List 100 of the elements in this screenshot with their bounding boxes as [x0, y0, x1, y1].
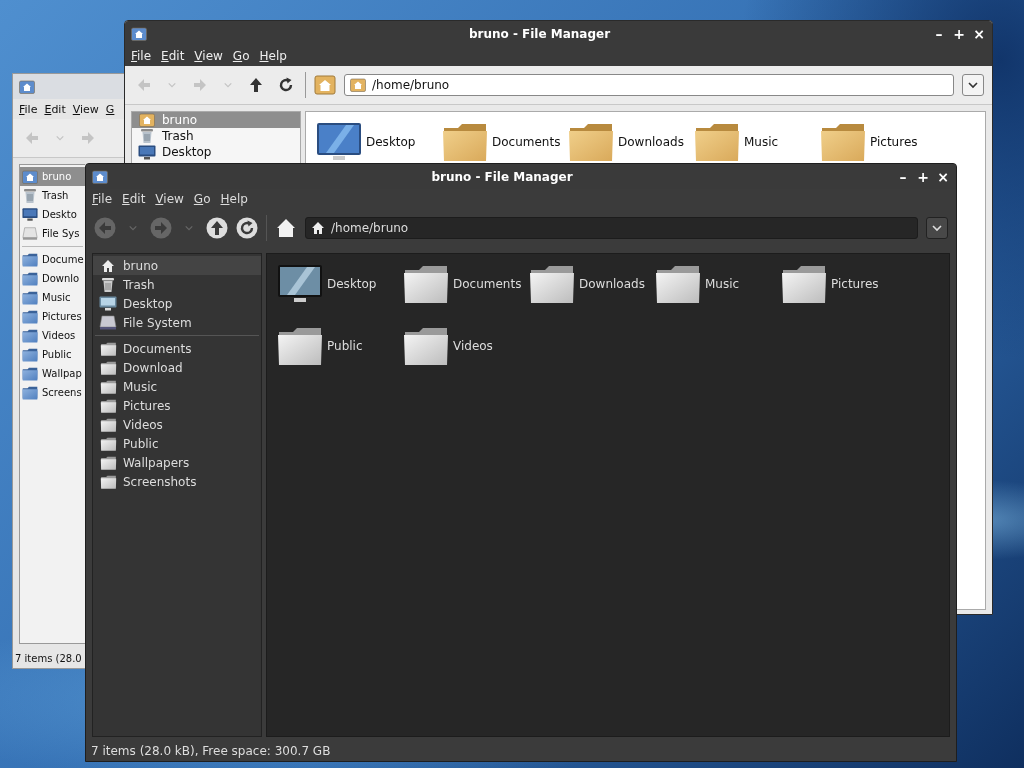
sidebar-item[interactable]: Pictures — [93, 396, 261, 415]
folder-icon — [781, 264, 827, 304]
sidebar-item[interactable]: Wallpapers — [93, 453, 261, 472]
directory-entry[interactable]: Documents — [403, 262, 529, 306]
directory-entry[interactable]: Pictures — [820, 120, 946, 164]
directory-entry[interactable]: Documents — [442, 120, 568, 164]
sidebar-item[interactable]: Downlo — [20, 269, 85, 288]
chevron-down-icon — [931, 222, 943, 234]
home-folder-icon[interactable] — [314, 74, 336, 96]
sidebar-item[interactable]: File Sys — [20, 224, 85, 243]
sidebar-item[interactable]: bruno — [93, 256, 261, 275]
trash-icon — [101, 276, 115, 293]
menu-item[interactable]: Go — [232, 49, 250, 63]
sidebar-item[interactable]: Music — [20, 288, 85, 307]
folder-icon — [403, 264, 449, 304]
sidebar-item[interactable]: Trash — [20, 186, 85, 205]
monitor-icon — [277, 264, 323, 304]
close-button[interactable]: × — [936, 168, 950, 185]
minimize-button[interactable]: – — [932, 25, 946, 42]
minimize-button[interactable]: – — [896, 168, 910, 185]
chevron-down-icon — [967, 79, 979, 91]
directory-entry[interactable]: Videos — [403, 324, 529, 368]
directory-entry[interactable]: Desktop — [277, 262, 403, 306]
sidebar-item[interactable]: Screenshots — [93, 472, 261, 491]
reload-icon[interactable] — [236, 217, 258, 239]
menu-item[interactable]: View — [194, 49, 223, 63]
sidebar-item[interactable]: Videos — [93, 415, 261, 434]
folder-icon — [22, 385, 38, 400]
folder-icon — [22, 271, 38, 286]
window-title: bruno - File Manager — [430, 169, 574, 184]
menu-item[interactable]: File — [92, 192, 113, 206]
directory-entry[interactable]: Pictures — [781, 262, 907, 306]
trash-icon — [23, 187, 37, 204]
home-folder-icon — [131, 26, 147, 41]
dropdown-button[interactable] — [926, 217, 948, 239]
folder-icon — [99, 417, 117, 432]
directory-entry[interactable]: Downloads — [529, 262, 655, 306]
menu-item[interactable]: View — [155, 192, 184, 206]
monitor-icon — [316, 122, 362, 162]
sidebar-item[interactable]: Download — [93, 358, 261, 377]
drive-icon — [99, 315, 117, 330]
folder-icon — [403, 326, 449, 366]
menu-item[interactable]: Edit — [44, 102, 66, 116]
sidebar-item[interactable]: Trash — [132, 128, 300, 144]
directory-entry[interactable]: Downloads — [568, 120, 694, 164]
menu-item[interactable]: G — [105, 102, 115, 116]
folder-icon — [99, 379, 117, 394]
folder-icon — [22, 309, 38, 324]
sidebar-item[interactable]: Pictures — [20, 307, 85, 326]
menu-item[interactable]: Go — [193, 192, 211, 206]
menu-item[interactable]: Edit — [122, 192, 146, 206]
maximize-button[interactable]: + — [952, 25, 966, 42]
sidebar-item[interactable]: Public — [93, 434, 261, 453]
menu-item[interactable]: File — [131, 49, 152, 63]
monitor-icon — [138, 144, 156, 160]
maximize-button[interactable]: + — [916, 168, 930, 185]
house-icon — [311, 221, 325, 235]
folder-icon — [22, 290, 38, 305]
location-field[interactable]: /home/bruno — [344, 74, 954, 96]
folder-icon — [442, 122, 488, 162]
folder-icon — [694, 122, 740, 162]
sidebar-item[interactable]: Wallpap — [20, 364, 85, 383]
sidebar-item[interactable]: Public — [20, 345, 85, 364]
monitor-icon — [22, 207, 38, 222]
sidebar-item[interactable]: Desktop — [132, 144, 300, 160]
sidebar-item[interactable]: Deskto — [20, 205, 85, 224]
home-folder-icon — [350, 78, 366, 92]
folder-icon — [22, 366, 38, 381]
sidebar-item[interactable]: Docume — [20, 250, 85, 269]
status-text: 7 items (28.0 — [15, 652, 82, 664]
menu-item[interactable]: View — [72, 102, 99, 116]
monitor-icon — [99, 296, 117, 311]
sidebar-item[interactable]: Screens — [20, 383, 85, 402]
sidebar-item[interactable]: Desktop — [93, 294, 261, 313]
menu-item[interactable]: Help — [220, 192, 248, 206]
directory-entry[interactable]: Public — [277, 324, 403, 368]
menu-item[interactable]: Help — [259, 49, 287, 63]
folder-icon — [99, 436, 117, 451]
sidebar-item[interactable]: Documents — [93, 339, 261, 358]
sidebar-item[interactable]: Trash — [93, 275, 261, 294]
menu-item[interactable]: File — [19, 102, 38, 116]
sidebar-item[interactable]: Videos — [20, 326, 85, 345]
directory-entry[interactable]: Desktop — [316, 120, 442, 164]
location-field[interactable]: /home/bruno — [305, 217, 918, 239]
window-title: bruno - File Manager — [467, 26, 612, 41]
close-button[interactable]: × — [972, 25, 986, 42]
home-folder-icon — [92, 169, 108, 184]
menu-item[interactable]: Edit — [161, 49, 185, 63]
status-text: 7 items (28.0 kB), Free space: 300.7 GB — [91, 744, 331, 758]
folder-icon — [568, 122, 614, 162]
folder-icon — [655, 264, 701, 304]
house-icon[interactable] — [275, 217, 297, 239]
sidebar-item[interactable]: Music — [93, 377, 261, 396]
sidebar-item[interactable]: File System — [93, 313, 261, 332]
directory-entry[interactable]: Music — [694, 120, 820, 164]
folder-icon — [22, 328, 38, 343]
folder-icon — [529, 264, 575, 304]
dropdown-button[interactable] — [962, 74, 984, 96]
drive-icon — [22, 226, 38, 241]
directory-entry[interactable]: Music — [655, 262, 781, 306]
